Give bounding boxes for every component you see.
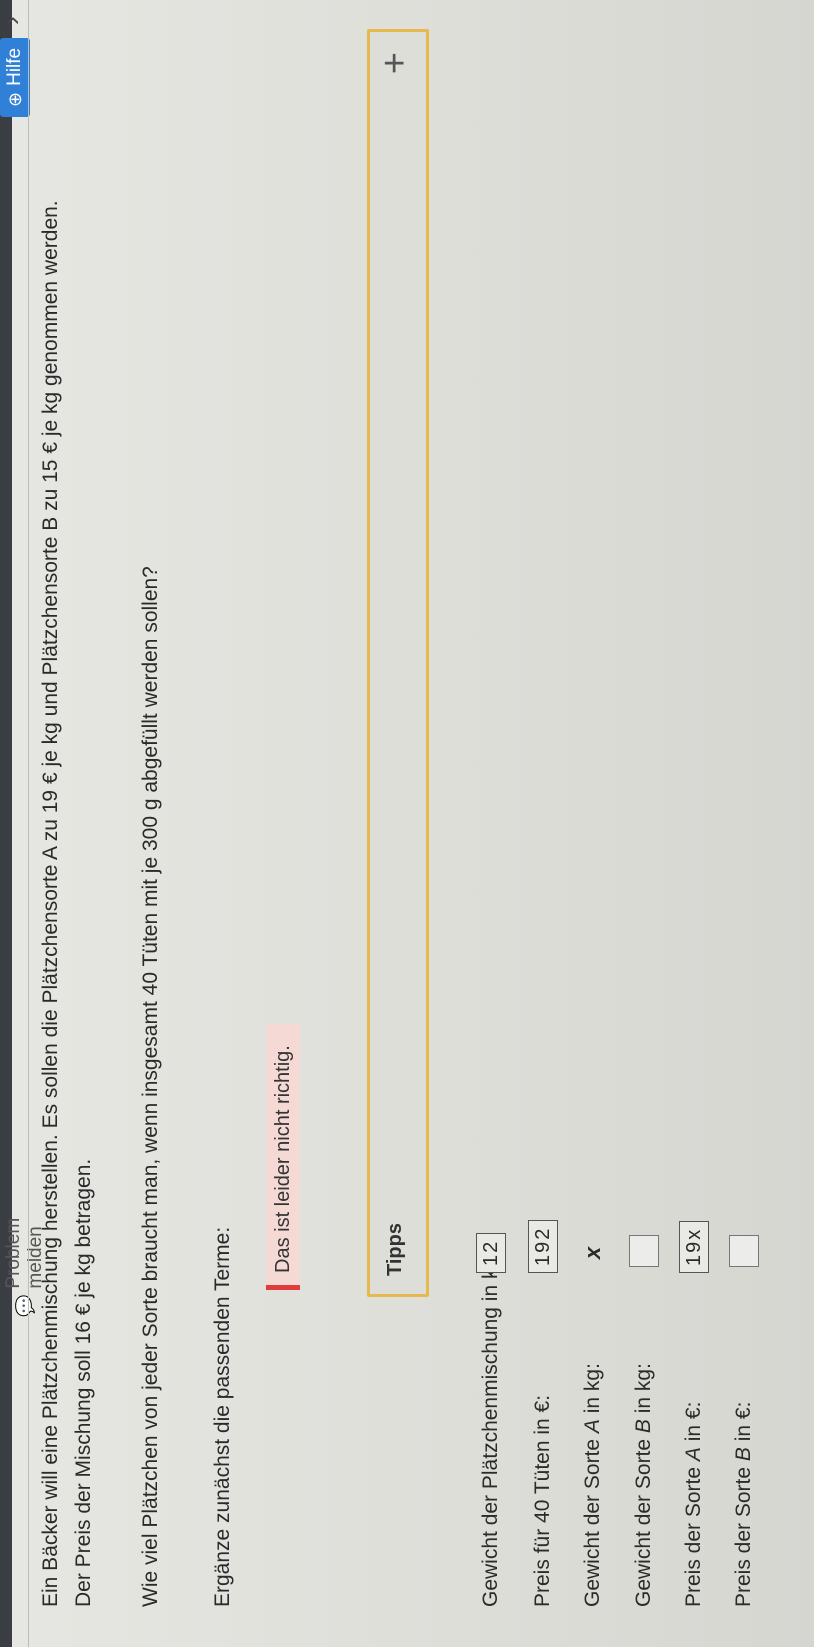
exercise-page: 💬 Problem melden ⊕ Hilfe › Ein Bäcker wi…	[0, 0, 814, 1647]
chevron-right-icon[interactable]: ›	[0, 16, 27, 25]
task-text-line-1: Ein Bäcker will eine Plätzchenmischung h…	[39, 200, 62, 1607]
help-button[interactable]: ⊕ Hilfe	[0, 37, 30, 117]
row-label: Gewicht der Plätzchenmischung in kg:	[479, 1250, 502, 1607]
tips-panel[interactable]: Tipps +	[367, 29, 429, 1297]
tips-label: Tipps	[384, 1223, 406, 1276]
row-weight-a: Gewicht der Sorte A in kg:	[576, 1363, 610, 1607]
total-price-field[interactable]: 192	[528, 1219, 558, 1273]
weight-b-field[interactable]	[629, 1235, 659, 1267]
window-top-bar	[0, 0, 12, 1647]
speech-bubble-icon: 💬	[14, 1294, 35, 1317]
row-label: Preis für 40 Tüten in €:	[531, 1394, 554, 1607]
task-question: Wie viel Plätzchen von jeder Sorte brauc…	[139, 566, 162, 1607]
row-label: Gewicht der Sorte A in kg:	[581, 1363, 604, 1607]
row-label: Preis der Sorte A in €:	[682, 1401, 705, 1607]
row-price-a: Preis der Sorte A in €:	[677, 1402, 711, 1607]
help-label: Hilfe	[4, 47, 25, 86]
screen: 💬 Problem melden ⊕ Hilfe › Ein Bäcker wi…	[0, 0, 814, 1647]
price-a-field[interactable]: 19x	[679, 1220, 709, 1273]
error-message-text: Das ist leider nicht richtig.	[271, 1045, 294, 1273]
task-text-line-2: Der Preis der Mischung soll 16 € je kg b…	[72, 1158, 95, 1607]
lifebuoy-icon: ⊕	[4, 91, 25, 107]
row-total-price: Preis für 40 Tüten in €:	[526, 1395, 560, 1607]
row-label: Preis der Sorte B in €:	[732, 1401, 755, 1607]
row-label: Gewicht der Sorte B in kg:	[632, 1363, 655, 1607]
total-weight-field[interactable]: 12	[476, 1232, 506, 1273]
error-message: Das ist leider nicht richtig.	[266, 1024, 300, 1290]
weight-a-field[interactable]: x	[578, 1237, 608, 1267]
header-divider	[28, 0, 29, 1647]
task-instruction: Ergänze zunächst die passenden Terme:	[211, 1226, 234, 1607]
row-total-weight: Gewicht der Plätzchenmischung in kg:	[474, 1251, 508, 1607]
price-b-field[interactable]	[729, 1235, 759, 1267]
row-price-b: Preis der Sorte B in €:	[727, 1402, 761, 1607]
plus-icon[interactable]: +	[374, 52, 417, 74]
row-weight-b: Gewicht der Sorte B in kg:	[627, 1363, 661, 1607]
